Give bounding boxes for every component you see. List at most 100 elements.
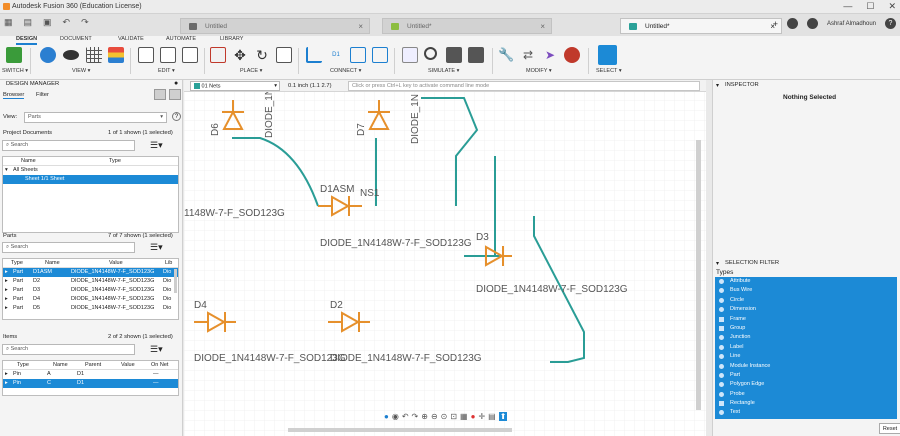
filter-item-probe[interactable]: Probe bbox=[715, 390, 897, 399]
select-mode-icon[interactable] bbox=[154, 89, 166, 100]
close-tab-icon[interactable]: × bbox=[358, 22, 363, 31]
scrollbar[interactable] bbox=[174, 269, 177, 293]
swap-icon[interactable]: ⇄ bbox=[520, 47, 536, 63]
checkbox-icon[interactable] bbox=[719, 344, 724, 350]
filter-item-line[interactable]: Line bbox=[715, 352, 897, 361]
tab-document[interactable]: DOCUMENT bbox=[60, 36, 92, 42]
tab-design[interactable]: DESIGN bbox=[16, 36, 38, 45]
schematic-canvas[interactable]: D6 DIODE_1N D7 DIODE_1N D1ASM NS1 1148W-… bbox=[184, 80, 706, 436]
expand-icon[interactable]: ▸ bbox=[5, 295, 8, 304]
filter-item-frame[interactable]: Frame bbox=[715, 315, 897, 324]
filter-item-rectangle[interactable]: Rectangle bbox=[715, 399, 897, 408]
scope-icon[interactable] bbox=[468, 47, 484, 63]
bus-icon[interactable] bbox=[350, 47, 366, 63]
grid-menu-icon[interactable]: ▦ bbox=[4, 17, 13, 28]
zoom-window-icon[interactable]: ⊡ bbox=[450, 412, 457, 421]
checkbox-icon[interactable] bbox=[719, 354, 724, 360]
file-icon[interactable]: ▤ bbox=[24, 17, 33, 28]
group-simulate[interactable]: SIMULATE ▾ bbox=[428, 68, 459, 74]
tab-filter[interactable]: Filter bbox=[36, 92, 49, 98]
group-edit[interactable]: EDIT ▾ bbox=[158, 68, 175, 74]
copy-icon[interactable] bbox=[138, 47, 154, 63]
simulate-icon[interactable] bbox=[446, 47, 462, 63]
table-row[interactable]: ▸ Pin A D1 — bbox=[3, 370, 178, 379]
label-icon[interactable]: D1 bbox=[328, 47, 344, 63]
expand-icon[interactable]: ▸ bbox=[5, 379, 8, 388]
filter-item-part[interactable]: Part bbox=[715, 371, 897, 380]
redo-icon[interactable]: ↷ bbox=[81, 17, 89, 28]
zoom-fit-icon[interactable]: ⊙ bbox=[441, 412, 448, 421]
table-row[interactable]: ▸ Pin C D1 — bbox=[3, 379, 178, 388]
checkbox-icon[interactable] bbox=[719, 279, 724, 284]
filter-item-label[interactable]: Label bbox=[715, 343, 897, 352]
checkbox-icon[interactable] bbox=[719, 363, 724, 369]
info-icon[interactable] bbox=[40, 47, 56, 63]
grid-icon[interactable] bbox=[86, 47, 102, 63]
filter-item-attribute[interactable]: Attribute bbox=[715, 277, 897, 286]
expand-icon[interactable]: ▸ bbox=[5, 370, 8, 379]
nets-select[interactable]: 01 Nets ▾ bbox=[190, 81, 280, 91]
layers-icon[interactable] bbox=[108, 47, 124, 63]
reset-button[interactable]: Reset bbox=[879, 423, 900, 434]
select-icon[interactable] bbox=[598, 45, 617, 65]
checkbox-icon[interactable] bbox=[719, 316, 724, 322]
net-icon[interactable] bbox=[306, 47, 322, 63]
checkbox-icon[interactable] bbox=[719, 391, 724, 397]
filter-item-module-instance[interactable]: Module Instance bbox=[715, 362, 897, 371]
doc-tab-1[interactable]: Untitled × bbox=[180, 18, 370, 34]
zoom-icon[interactable] bbox=[424, 47, 437, 60]
group-place[interactable]: PLACE ▾ bbox=[240, 68, 262, 74]
switch-icon[interactable] bbox=[6, 47, 22, 63]
tree-row[interactable]: Sheet 1/1 Sheet bbox=[3, 175, 178, 184]
ripup-icon[interactable] bbox=[564, 47, 580, 63]
close-panel-icon[interactable]: ● bbox=[174, 80, 178, 87]
move-icon[interactable]: ✥ bbox=[232, 47, 248, 63]
horizontal-scrollbar[interactable] bbox=[288, 428, 512, 432]
group-connect[interactable]: CONNECT ▾ bbox=[330, 68, 361, 74]
checkbox-icon[interactable] bbox=[719, 372, 724, 378]
expand-icon[interactable]: ▾ bbox=[5, 166, 8, 175]
table-row[interactable]: ▸ Part D3 DIODE_1N4148W-7-F_SOD123G Dio bbox=[3, 286, 178, 295]
maximize-button[interactable]: ☐ bbox=[866, 1, 874, 12]
probe-icon[interactable] bbox=[402, 47, 418, 63]
new-tab-icon[interactable]: + bbox=[773, 19, 778, 29]
info-icon[interactable]: ● bbox=[384, 412, 389, 421]
split-icon[interactable]: ➤ bbox=[542, 47, 558, 63]
command-line-input[interactable]: Click or press Ctrl+L key to activate co… bbox=[348, 81, 700, 91]
table-row[interactable]: ▸ Part D1ASM DIODE_1N4148W-7-F_SOD123G D… bbox=[3, 268, 178, 277]
doc-tab-3[interactable]: Untitled* × bbox=[620, 18, 782, 34]
undo-icon[interactable]: ↶ bbox=[63, 17, 71, 28]
checkbox-icon[interactable] bbox=[719, 288, 724, 294]
help-icon[interactable]: ? bbox=[172, 112, 181, 121]
expand-icon[interactable]: ▸ bbox=[5, 268, 8, 277]
list-options-icon[interactable]: ☰▾ bbox=[150, 344, 163, 355]
items-search-input[interactable]: ⌕ Search bbox=[2, 344, 135, 355]
rotate-icon[interactable]: ↻ bbox=[254, 47, 270, 63]
eye-icon[interactable] bbox=[63, 50, 79, 60]
group-select[interactable]: SELECT ▾ bbox=[596, 68, 622, 74]
checkbox-icon[interactable] bbox=[719, 335, 724, 341]
view-select[interactable]: Parts ▾ bbox=[24, 112, 167, 123]
checkbox-icon[interactable] bbox=[719, 297, 724, 303]
filter-item-bus-wire[interactable]: Bus Wire bbox=[715, 286, 897, 295]
table-row[interactable]: ▸ Part D2 DIODE_1N4148W-7-F_SOD123G Dio bbox=[3, 277, 178, 286]
project-search-input[interactable]: ⌕ Search bbox=[2, 140, 135, 151]
close-window-button[interactable]: ✕ bbox=[888, 1, 896, 12]
table-row[interactable]: ▸ Part D5 DIODE_1N4148W-7-F_SOD123G Dio bbox=[3, 304, 178, 313]
filter-item-group[interactable]: Group bbox=[715, 324, 897, 333]
tab-automate[interactable]: AUTOMATE bbox=[166, 36, 196, 42]
checkbox-icon[interactable] bbox=[719, 307, 724, 313]
schematic-svg[interactable]: D6 DIODE_1N D7 DIODE_1N D1ASM NS1 1148W-… bbox=[184, 80, 706, 436]
minimize-button[interactable]: — bbox=[843, 1, 852, 12]
vertical-scrollbar[interactable] bbox=[696, 140, 701, 410]
module-icon[interactable] bbox=[372, 47, 388, 63]
notifications-icon[interactable] bbox=[806, 18, 818, 29]
table-row[interactable]: ▸ Part D4 DIODE_1N4148W-7-F_SOD123G Dio bbox=[3, 295, 178, 304]
filter-item-junction[interactable]: Junction bbox=[715, 333, 897, 342]
place-part-icon[interactable] bbox=[210, 47, 226, 63]
parts-search-input[interactable]: ⌕ Search bbox=[2, 242, 135, 253]
doc-tab-2[interactable]: Untitled* × bbox=[382, 18, 552, 34]
stop-icon[interactable]: ● bbox=[471, 412, 476, 421]
delete-icon[interactable] bbox=[182, 47, 198, 63]
filter-item-text[interactable]: Text bbox=[715, 408, 897, 417]
